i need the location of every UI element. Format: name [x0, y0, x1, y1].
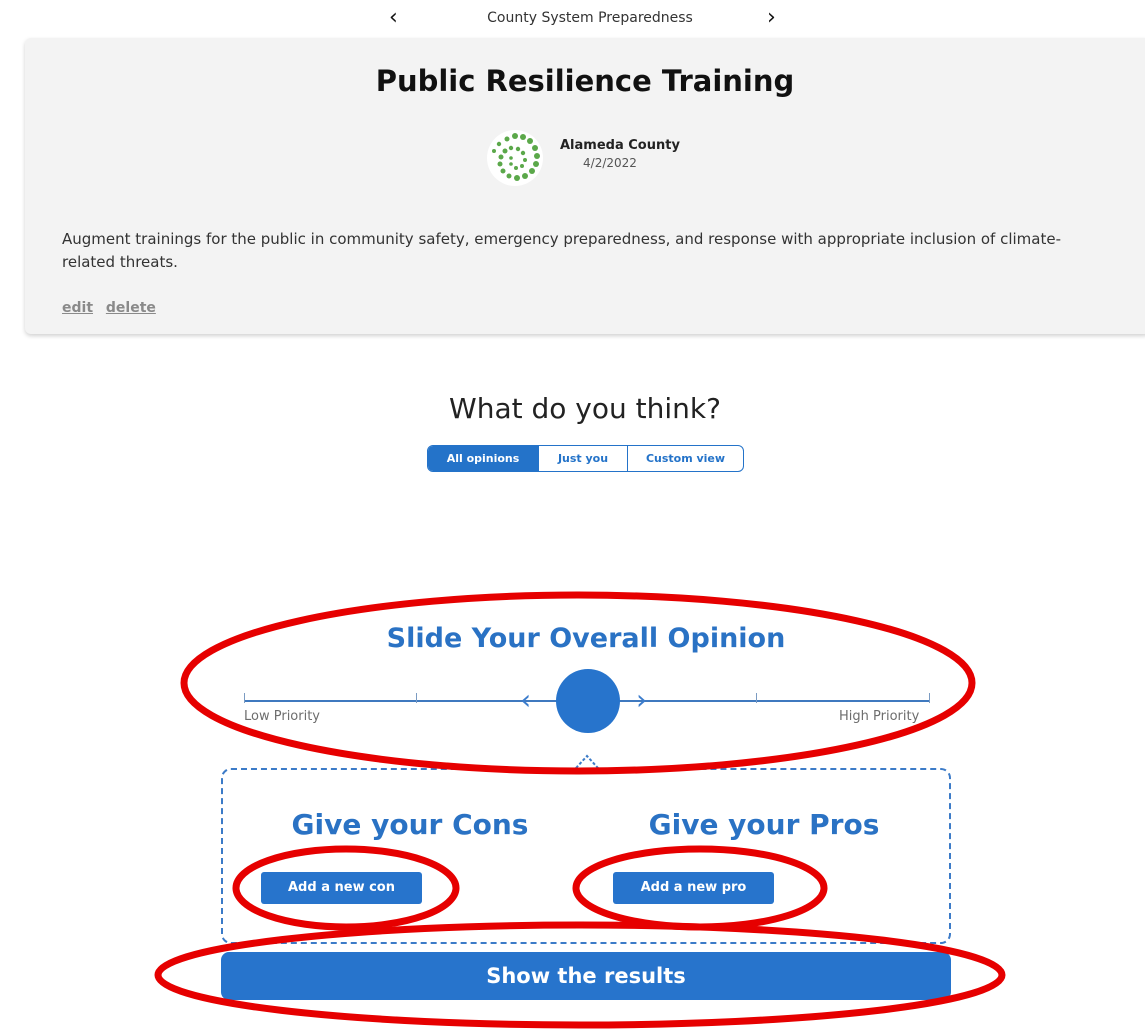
add-con-button[interactable]: Add a new con — [261, 872, 422, 904]
author-name: Alameda County — [560, 138, 680, 153]
slider-tick — [756, 693, 757, 703]
chevron-right-icon: › — [636, 683, 648, 716]
slider-tick — [416, 693, 417, 703]
post-card: Public Resilience Training Alameda Count… — [25, 38, 1145, 334]
edit-link[interactable]: edit — [62, 300, 93, 316]
view-toggle: All opinions Just you Custom view — [427, 445, 744, 472]
high-priority-label: High Priority — [839, 709, 920, 724]
low-priority-label: Low Priority — [244, 709, 321, 724]
category-title: County System Preparedness — [487, 10, 693, 26]
caret-up-icon — [575, 754, 599, 769]
slider-tick — [244, 693, 245, 703]
chevron-right-icon[interactable]: › — [767, 4, 776, 32]
view-custom[interactable]: Custom view — [628, 446, 743, 471]
top-navigation: ‹ County System Preparedness › — [0, 4, 1145, 32]
green-spiral-logo — [492, 133, 540, 181]
chevron-left-icon[interactable]: ‹ — [389, 4, 398, 32]
delete-link[interactable]: delete — [106, 300, 156, 316]
page: ‹ County System Preparedness › Public Re… — [0, 0, 1145, 1032]
post-date: 4/2/2022 — [583, 156, 637, 170]
view-just-you[interactable]: Just you — [539, 446, 628, 471]
avatar — [487, 130, 543, 186]
slider-title: Slide Your Overall Opinion — [386, 623, 786, 654]
opinion-heading: What do you think? — [449, 392, 721, 425]
post-description: Augment trainings for the public in comm… — [62, 230, 1061, 271]
slider-tick — [929, 693, 930, 703]
post-title: Public Resilience Training — [375, 64, 795, 98]
cons-heading: Give your Cons — [291, 808, 529, 841]
show-results-button[interactable]: Show the results — [221, 952, 951, 1000]
add-pro-button[interactable]: Add a new pro — [613, 872, 774, 904]
pros-cons-box — [221, 768, 951, 944]
slider-handle[interactable] — [556, 669, 620, 733]
pros-heading: Give your Pros — [648, 808, 880, 841]
view-all-opinions[interactable]: All opinions — [428, 446, 539, 471]
post-actions: edit delete — [62, 300, 164, 316]
chevron-left-icon: ‹ — [520, 683, 532, 716]
